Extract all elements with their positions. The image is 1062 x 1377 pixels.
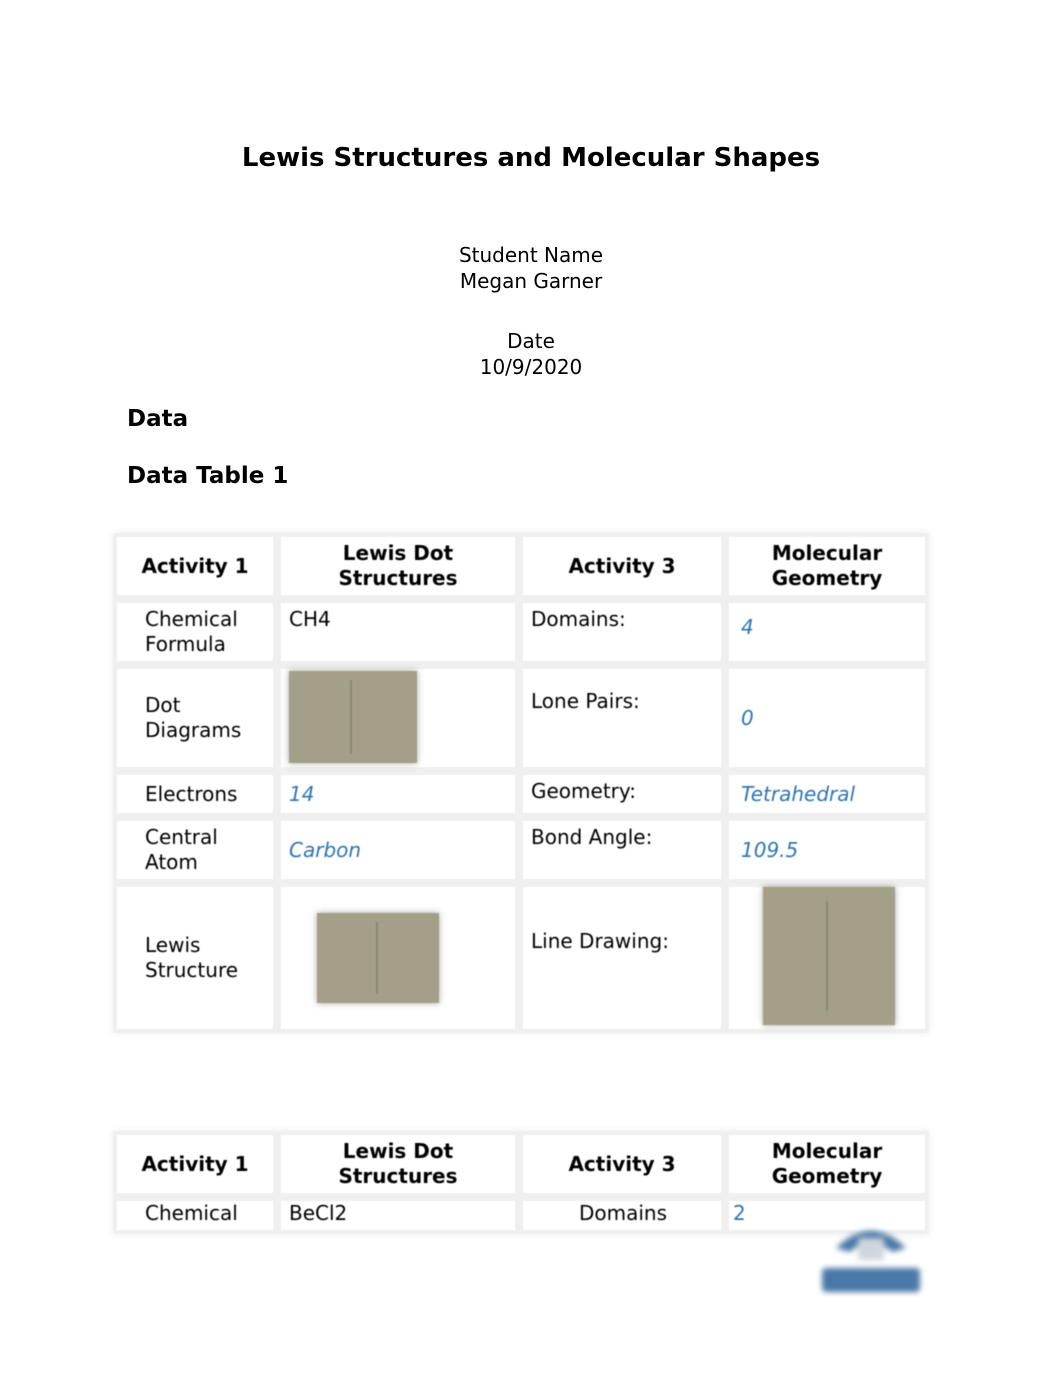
domains-value: 2 [733, 1201, 746, 1225]
row-label: Central Atom [113, 817, 277, 883]
table-heading: Data Table 1 [127, 463, 289, 489]
table-row: Chemical Formula CH4 Domains: 4 [113, 599, 929, 665]
geometry-value: Tetrahedral [741, 781, 856, 806]
header-activity-1: Activity 1 [113, 533, 277, 599]
row-label: Dot Diagrams [113, 665, 277, 771]
table-header-row: Activity 1 Lewis Dot Structures Activity… [113, 1131, 929, 1197]
row-label: Chemical [113, 1197, 277, 1234]
domains-value: 4 [741, 615, 754, 639]
section-heading: Data [127, 406, 189, 432]
header-molecular-geometry: Molecular Geometry [725, 1131, 929, 1197]
header-molecular-geometry: Molecular Geometry [725, 533, 929, 599]
student-label: Student Name [458, 243, 604, 267]
header-activity-1: Activity 1 [113, 1131, 277, 1197]
row-label-activity-3: Lone Pairs: [519, 665, 725, 771]
student-name: Megan Garner [459, 269, 603, 293]
dot-diagram-image [289, 671, 417, 763]
date-value: 10/9/2020 [479, 355, 583, 379]
institution-logo-icon [822, 1231, 920, 1292]
bond-angle-value: 109.5 [741, 837, 799, 862]
line-drawing-image [763, 887, 895, 1025]
table-row: Chemical BeCl2 Domains 2 [113, 1197, 929, 1234]
row-label: Lewis Structure [113, 883, 277, 1033]
row-label: Chemical Formula [113, 599, 277, 665]
table-row: Electrons 14 Geometry: Tetrahedral [113, 771, 929, 817]
table-row: Central Atom Carbon Bond Angle: 109.5 [113, 817, 929, 883]
row-label-activity-3: Line Drawing: [519, 883, 725, 1033]
date-block: Date 10/9/2020 [0, 328, 1062, 380]
lewis-structure-image [317, 913, 439, 1003]
data-table-2: Activity 1 Lewis Dot Structures Activity… [113, 1131, 929, 1234]
lone-pairs-value: 0 [741, 705, 754, 730]
data-table-1: Activity 1 Lewis Dot Structures Activity… [113, 533, 929, 1033]
row-label-activity-3: Domains: [519, 599, 725, 665]
central-atom-value: Carbon [289, 837, 362, 862]
header-activity-3: Activity 3 [519, 533, 725, 599]
row-label: Electrons [113, 771, 277, 817]
chemical-formula-value: CH4 [277, 599, 519, 665]
row-label-activity-3: Geometry: [519, 771, 725, 817]
date-label: Date [507, 329, 555, 353]
table-header-row: Activity 1 Lewis Dot Structures Activity… [113, 533, 929, 599]
row-label-activity-3: Bond Angle: [519, 817, 725, 883]
electrons-value: 14 [289, 781, 315, 806]
header-activity-3: Activity 3 [519, 1131, 725, 1197]
table-row: Dot Diagrams Lone Pairs: 0 [113, 665, 929, 771]
chemical-formula-value: BeCl2 [277, 1197, 519, 1234]
document-title: Lewis Structures and Molecular Shapes [241, 143, 821, 173]
student-block: Student Name Megan Garner [0, 242, 1062, 294]
row-label-activity-3: Domains [519, 1197, 725, 1234]
table-row: Lewis Structure Line Drawing: [113, 883, 929, 1033]
header-lewis-dot-structures: Lewis Dot Structures [277, 533, 519, 599]
header-lewis-dot-structures: Lewis Dot Structures [277, 1131, 519, 1197]
